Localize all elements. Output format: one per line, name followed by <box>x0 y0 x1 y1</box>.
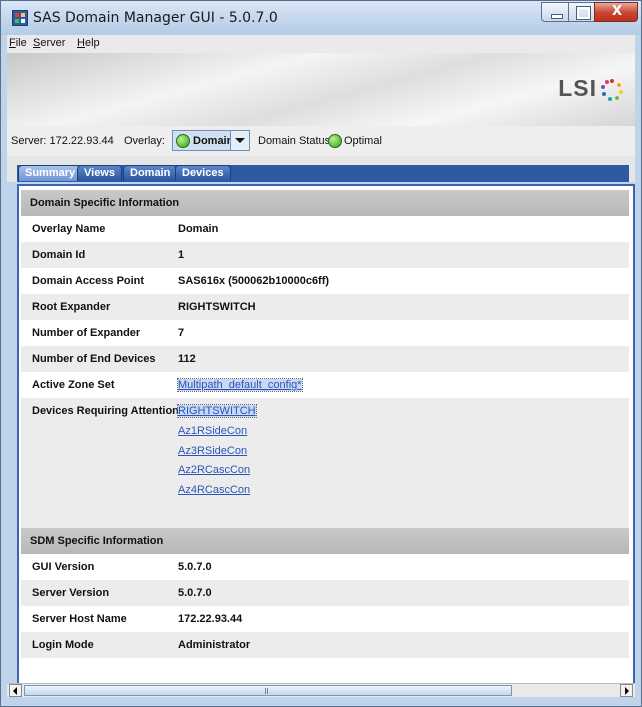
spacer-row <box>21 510 629 528</box>
scroll-right-icon[interactable] <box>620 684 633 697</box>
status-ok-icon <box>328 134 342 148</box>
lsi-starburst-icon <box>601 78 623 101</box>
info-row: Server Host Name 172.22.93.44 <box>32 613 243 625</box>
info-row: Root Expander RIGHTSWITCH <box>21 294 629 320</box>
tab-devices[interactable]: Devices <box>175 165 231 181</box>
attention-row: Devices Requiring Attention RIGHTSWITCH … <box>21 398 629 510</box>
info-row: Active Zone Set Multipath_default_config… <box>32 378 303 392</box>
overlay-dropdown-value: Domain <box>193 135 234 147</box>
scrollbar-thumb[interactable] <box>24 685 512 696</box>
menu-bar: File Server Help <box>7 35 635 53</box>
attention-device-link[interactable]: Az2RCascCon <box>178 464 250 476</box>
menu-help[interactable]: Help <box>77 37 100 49</box>
domain-status-label: Domain Status: <box>258 135 334 147</box>
menu-server[interactable]: Server <box>33 37 65 49</box>
lsi-logo: LSI <box>558 75 623 102</box>
tab-summary[interactable]: Summary <box>18 165 83 181</box>
info-row: Number of End Devices 112 <box>21 346 629 372</box>
app-icon <box>12 10 28 26</box>
tab-domain[interactable]: Domain <box>123 165 178 181</box>
info-row: Overlay Name Domain <box>32 223 219 235</box>
tab-views[interactable]: Views <box>77 165 122 181</box>
info-row: Server Version 5.0.7.0 <box>21 580 629 606</box>
info-row: Number of Expander 7 <box>32 327 185 339</box>
overlay-dropdown[interactable]: Domain <box>172 130 250 151</box>
chevron-down-icon[interactable] <box>230 131 249 150</box>
window-title: SAS Domain Manager GUI - 5.0.7.0 <box>33 10 278 26</box>
maximize-button[interactable] <box>568 2 595 22</box>
status-ok-icon <box>176 134 190 148</box>
title-bar[interactable]: SAS Domain Manager GUI - 5.0.7.0 X <box>1 1 641 35</box>
close-button[interactable]: X <box>594 2 638 22</box>
sdm-section-header: SDM Specific Information <box>21 528 629 554</box>
active-zone-set-link[interactable]: Multipath_default_config* <box>177 378 303 392</box>
app-window: SAS Domain Manager GUI - 5.0.7.0 X File … <box>0 0 642 707</box>
tab-strip: Summary Views Domain Devices <box>7 156 635 182</box>
info-row: Login Mode Administrator <box>21 632 629 658</box>
domain-section-header: Domain Specific Information <box>21 190 629 216</box>
domain-status-value: Optimal <box>344 135 382 147</box>
attention-device-link[interactable]: Az4RCascCon <box>178 484 250 496</box>
server-bar: Server: 172.22.93.44 Overlay: Domain Dom… <box>7 126 635 156</box>
scroll-left-icon[interactable] <box>9 684 22 697</box>
info-row: Domain Id 1 <box>21 242 629 268</box>
banner: LSI <box>7 53 635 126</box>
close-icon: X <box>611 4 623 19</box>
server-label: Server: 172.22.93.44 <box>11 135 114 147</box>
info-row: GUI Version 5.0.7.0 <box>32 561 212 573</box>
overlay-label: Overlay: <box>124 135 165 147</box>
minimize-button[interactable] <box>541 2 569 22</box>
menu-file[interactable]: File <box>9 37 27 49</box>
summary-panel: Domain Specific Information Overlay Name… <box>17 184 635 686</box>
attention-device-link[interactable]: Az3RSideCon <box>178 445 247 457</box>
info-row: Domain Access Point SAS616x (500062b10000… <box>32 275 330 287</box>
attention-device-link[interactable]: RIGHTSWITCH <box>177 404 257 418</box>
attention-device-link[interactable]: Az1RSideCon <box>178 425 247 437</box>
horizontal-scrollbar[interactable] <box>7 683 635 697</box>
